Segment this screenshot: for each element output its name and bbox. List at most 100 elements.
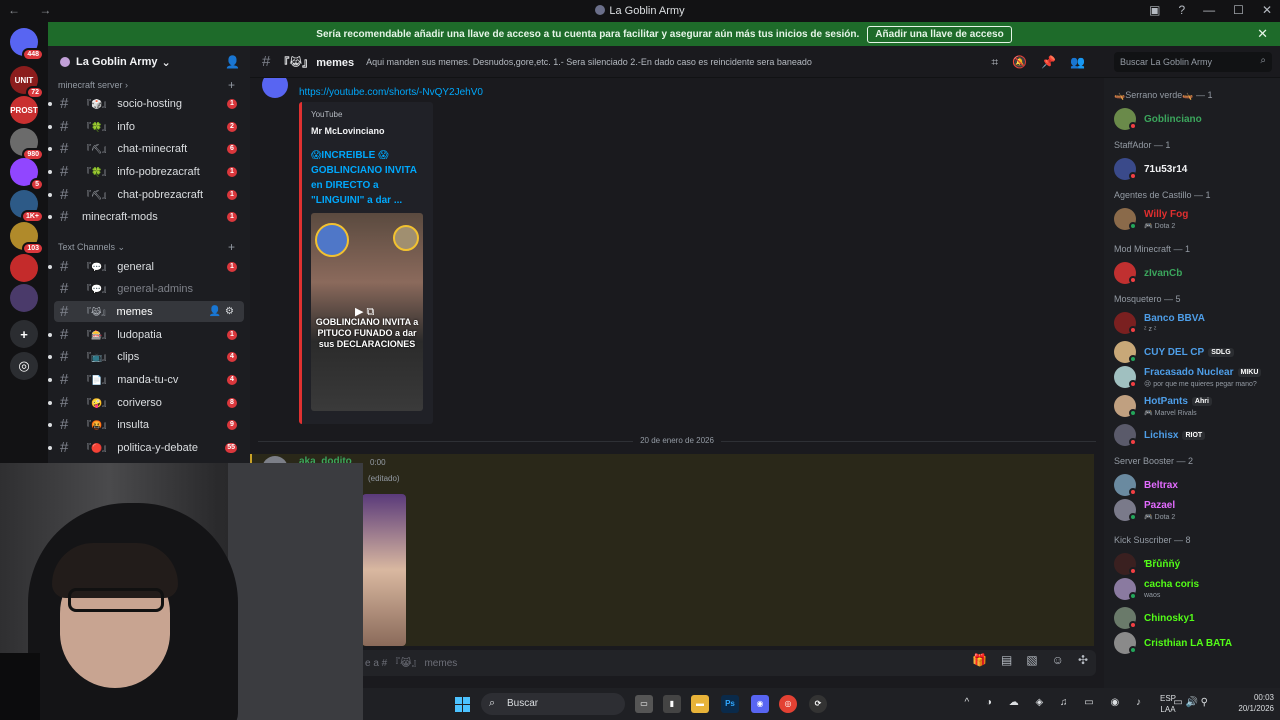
- channel-settings-icon[interactable]: 👤⚙: [209, 306, 238, 317]
- member-item[interactable]: cacha coris waos: [1114, 576, 1278, 602]
- server-icon-4[interactable]: 5: [10, 158, 44, 191]
- member-item[interactable]: 71u53r14: [1114, 156, 1278, 182]
- channel-politica-y-debate[interactable]: # 『🔴』 politica-y-debate 55: [48, 437, 244, 458]
- discord-icon[interactable]: ◉: [751, 695, 769, 713]
- taskbar-search[interactable]: ⌕ Buscar: [481, 693, 625, 715]
- channel-chat-pobrezacraft[interactable]: # 『⛏』 chat-pobrezacraft 1: [48, 184, 244, 205]
- channel-ludopatia[interactable]: # 『🎰』 ludopatia 1: [48, 324, 244, 345]
- channel-general[interactable]: # 『💬』 general 1: [48, 256, 244, 277]
- windows-start-icon[interactable]: [455, 697, 470, 712]
- task-view-icon[interactable]: ▭: [635, 695, 653, 713]
- app-icon[interactable]: ⟳: [809, 695, 827, 713]
- member-item[interactable]: Pazael 🎮 Dota 2: [1114, 497, 1278, 523]
- member-item[interactable]: Lichisx RIOT: [1114, 422, 1278, 448]
- server-icon-1[interactable]: UNIT 72: [10, 66, 44, 99]
- member-item[interactable]: HotPants Ahri 🎮 Marvel Rivals: [1114, 393, 1278, 419]
- close-notice-icon[interactable]: ✕: [1257, 26, 1268, 42]
- composer-placeholder: e a # 『😹』 memes: [365, 658, 458, 669]
- close-window-icon[interactable]: ✕: [1262, 3, 1272, 17]
- channel-topic[interactable]: Aqui manden sus memes. Desnudos,gore,etc…: [366, 57, 812, 67]
- server-icon-3[interactable]: 980: [10, 128, 44, 161]
- embed-author[interactable]: Mr McLovinciano: [311, 126, 385, 136]
- server-icon-0[interactable]: 448: [10, 28, 44, 61]
- member-name-text: Ɓřůňňý: [1144, 559, 1181, 570]
- message-link[interactable]: https://youtube.com/shorts/-NvQY2JehV0: [299, 87, 483, 98]
- tray-network-icons[interactable]: ▭ 🔊 ⚲: [1173, 697, 1208, 708]
- discover-icon[interactable]: ◎: [10, 352, 38, 380]
- server-icon-2[interactable]: PROST: [10, 96, 38, 124]
- threads-icon[interactable]: ⌗: [991, 55, 998, 70]
- category-text[interactable]: Text Channels ⌄ +: [58, 240, 235, 254]
- server-icon-6[interactable]: 103: [10, 222, 44, 255]
- category-minecraft[interactable]: minecraft server › +: [58, 78, 235, 92]
- message-image[interactable]: [362, 494, 406, 646]
- video-thumbnail[interactable]: ▶ ⧉ GOBLINCIANO INVITA a PITUCO FUNADO a…: [311, 213, 423, 411]
- channel-emoji: 『⛏』: [82, 144, 112, 154]
- member-item[interactable]: Chinosky1: [1114, 605, 1278, 631]
- server-header[interactable]: La Goblin Army ⌄ 👤: [48, 46, 250, 78]
- channel-chat-minecraft[interactable]: # 『⛏』 chat-minecraft 6: [48, 138, 244, 159]
- mute-icon[interactable]: 🔕: [1012, 55, 1027, 70]
- channel-label: insulta: [117, 418, 150, 431]
- member-item[interactable]: CUY DEL CP SDLG: [1114, 339, 1278, 365]
- gift-icon[interactable]: 🎁: [972, 653, 987, 667]
- member-name: HotPants Ahri: [1144, 396, 1212, 407]
- invite-icon[interactable]: 👤: [225, 55, 240, 69]
- server-icon-5[interactable]: 1K+: [10, 190, 44, 223]
- channel-manda-tu-cv[interactable]: # 『📄』 manda-tu-cv 4: [48, 369, 244, 390]
- date-divider: 20 de enero de 2026: [250, 436, 1104, 445]
- member-name: cacha coris: [1144, 579, 1199, 590]
- photoshop-icon[interactable]: Ps: [721, 695, 739, 713]
- channel-info[interactable]: # 『🍀』 info 2: [48, 116, 244, 137]
- file-explorer-icon[interactable]: ▬: [691, 695, 709, 713]
- server-icon-7[interactable]: [10, 254, 38, 282]
- member-item[interactable]: Goblinciano: [1114, 106, 1278, 132]
- chrome-icon[interactable]: ◎: [779, 695, 797, 713]
- channel-insulta[interactable]: # 『🤬』 insulta 9: [48, 414, 244, 435]
- channel-minecraft-mods[interactable]: # minecraft-mods 1: [48, 206, 244, 227]
- members-icon[interactable]: 👥: [1070, 55, 1085, 70]
- add-server-icon[interactable]: +: [10, 320, 38, 348]
- channel-socio-hosting[interactable]: # 『🎲』 socio-hosting 1: [48, 93, 244, 114]
- member-name-text: Lichisx: [1144, 430, 1179, 441]
- inbox-icon[interactable]: ▣: [1149, 3, 1160, 17]
- thumbnail-avatar: [393, 225, 419, 251]
- avatar[interactable]: [262, 78, 288, 98]
- server-icon-8[interactable]: [10, 284, 38, 312]
- channel-coriverso[interactable]: # 『🤪』 coriverso 8: [48, 392, 244, 413]
- emoji-icon[interactable]: ☺: [1052, 653, 1064, 667]
- clock[interactable]: 00:03 20/1/2026: [1238, 692, 1274, 714]
- sticker-icon[interactable]: ▧: [1026, 653, 1037, 667]
- channel-memes[interactable]: # 『😹』 memes 👤⚙: [54, 301, 244, 322]
- channel-general-admins[interactable]: # 『💬』 general-admins: [54, 278, 244, 299]
- add-channel-icon[interactable]: +: [228, 78, 235, 92]
- embed-title[interactable]: 😱INCREIBLE 😱 GOBLINCIANO INVITA en DIREC…: [311, 148, 427, 208]
- channel-info-pobrezacraft[interactable]: # 『🍀』 info-pobrezacraft 1: [48, 161, 244, 182]
- minimize-icon[interactable]: —: [1203, 3, 1215, 17]
- member-item[interactable]: Willy Fog 🎮 Dota 2: [1114, 206, 1278, 232]
- search-input[interactable]: Buscar La Goblin Army ⌕: [1114, 52, 1272, 72]
- embed-provider[interactable]: YouTube: [311, 110, 342, 119]
- apps-icon[interactable]: ✣: [1078, 653, 1088, 667]
- channel-clips[interactable]: # 『📺』 clips 4: [48, 346, 244, 367]
- member-name-text: 71u53r14: [1144, 164, 1188, 175]
- add-channel-icon[interactable]: +: [228, 240, 235, 254]
- channel-label: clips: [117, 350, 140, 363]
- member-item[interactable]: Beltrax: [1114, 472, 1278, 498]
- system-tray-icons[interactable]: ^ ◑ ☁ ◈ ♫ ▭ ◉ ♪: [964, 697, 1148, 708]
- passkey-notice: Sería recomendable añadir una llave de a…: [48, 22, 1280, 46]
- member-item[interactable]: Banco BBVA ᶻ z ᶻ: [1114, 310, 1278, 336]
- member-item[interactable]: Fracasado Nuclear MIKU 😢 por que me quiere…: [1114, 364, 1278, 390]
- gif-icon[interactable]: ▤: [1001, 653, 1012, 667]
- member-item[interactable]: Cristhian LA BATA: [1114, 630, 1278, 656]
- maximize-icon[interactable]: ☐: [1233, 3, 1244, 17]
- mention-count: 6: [227, 143, 237, 154]
- app-icon[interactable]: ▮: [663, 695, 681, 713]
- add-passkey-button[interactable]: Añadir una llave de acceso: [867, 25, 1012, 43]
- mention-count: 2: [227, 121, 237, 132]
- member-item[interactable]: Ɓřůňňý: [1114, 551, 1278, 577]
- member-activity: 😢 por que me quieres pegar mano?: [1144, 381, 1257, 388]
- pin-icon[interactable]: 📌: [1041, 55, 1056, 70]
- help-icon[interactable]: ?: [1178, 3, 1185, 17]
- member-item[interactable]: zIvanCb: [1114, 260, 1278, 286]
